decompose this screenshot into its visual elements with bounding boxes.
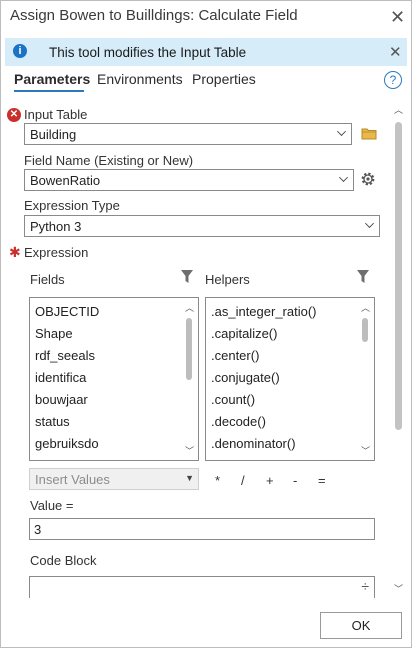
list-item[interactable]: .denominator(): [211, 436, 296, 451]
ok-button[interactable]: OK: [320, 612, 402, 639]
tab-properties[interactable]: Properties: [192, 71, 256, 87]
tab-environments[interactable]: Environments: [97, 71, 183, 87]
scroll-down-icon[interactable]: ﹀: [361, 444, 370, 457]
folder-icon[interactable]: [361, 127, 377, 140]
equals-operator-button[interactable]: =: [318, 473, 326, 488]
required-icon: ✱: [9, 244, 21, 260]
tab-parameters[interactable]: Parameters: [14, 71, 90, 87]
helpers-label: Helpers: [205, 272, 250, 287]
expression-type-label: Expression Type: [24, 198, 120, 213]
expression-type-combo[interactable]: Python 3: [24, 215, 380, 237]
chevron-down-icon: [339, 173, 348, 182]
list-item[interactable]: .conjugate(): [211, 370, 280, 385]
list-item[interactable]: gebruiksdo: [35, 436, 99, 451]
dropdown-arrow-icon: ▼: [185, 473, 194, 483]
input-table-label: Input Table: [24, 107, 88, 122]
active-tab-indicator: [14, 90, 84, 92]
filter-icon[interactable]: [356, 269, 370, 285]
expression-type-value: Python 3: [30, 219, 82, 234]
list-item[interactable]: .capitalize(): [211, 326, 277, 341]
multiply-operator-button[interactable]: *: [215, 473, 220, 488]
chevron-down-icon: [337, 127, 346, 136]
input-table-combo[interactable]: Building: [24, 123, 352, 145]
list-item[interactable]: OBJECTID: [35, 304, 99, 319]
field-name-value: BowenRatio: [30, 173, 101, 188]
value-label: Value =: [30, 498, 74, 513]
code-block-label: Code Block: [30, 553, 97, 568]
list-item[interactable]: .as_integer_ratio(): [211, 304, 317, 319]
scroll-up-icon[interactable]: ︿: [185, 301, 194, 314]
info-icon: i: [13, 44, 27, 58]
list-item[interactable]: identifica: [35, 370, 86, 385]
scroll-down-icon[interactable]: ﹀: [185, 444, 194, 457]
helpers-list[interactable]: .as_integer_ratio() .capitalize() .cente…: [205, 297, 375, 461]
fields-label: Fields: [30, 272, 65, 287]
window-title: Assign Bowen to Builldings: Calculate Fi…: [10, 7, 298, 24]
expression-label: Expression: [24, 245, 89, 260]
fields-scrollbar-thumb[interactable]: [186, 318, 192, 380]
expression-value-input[interactable]: 3: [29, 518, 375, 540]
fields-list[interactable]: OBJECTID Shape rdf_seeals identifica bou…: [29, 297, 199, 461]
scroll-up-icon[interactable]: ︿: [394, 103, 403, 116]
field-name-label: Field Name (Existing or New): [24, 153, 194, 168]
insert-values-combo[interactable]: Insert Values ▼: [29, 468, 199, 490]
close-icon[interactable]: ✕: [390, 8, 405, 26]
input-table-value: Building: [30, 127, 77, 142]
info-bar-text: This tool modifies the Input Table: [49, 45, 247, 60]
list-item[interactable]: .decode(): [211, 414, 266, 429]
help-icon[interactable]: ?: [384, 71, 402, 89]
filter-icon[interactable]: [180, 269, 194, 285]
chevron-down-icon: [365, 219, 374, 228]
list-item[interactable]: status: [35, 414, 70, 429]
resize-icon[interactable]: ÷: [361, 578, 369, 594]
code-block-input[interactable]: ÷: [29, 576, 375, 598]
list-item[interactable]: rdf_seeals: [35, 348, 95, 363]
list-item[interactable]: bouwjaar: [35, 392, 88, 407]
expression-value-text: 3: [34, 522, 42, 537]
divide-operator-button[interactable]: /: [241, 473, 245, 488]
dismiss-info-icon[interactable]: ✕: [389, 44, 402, 62]
minus-operator-button[interactable]: -: [293, 473, 297, 488]
insert-values-label: Insert Values: [35, 472, 110, 487]
list-item[interactable]: .count(): [211, 392, 255, 407]
error-icon: ✕: [7, 108, 21, 122]
scroll-down-icon[interactable]: ﹀: [394, 582, 403, 595]
helpers-scrollbar-thumb[interactable]: [362, 318, 368, 342]
field-name-combo[interactable]: BowenRatio: [24, 169, 354, 191]
scroll-up-icon[interactable]: ︿: [361, 301, 370, 314]
list-item[interactable]: Shape: [35, 326, 73, 341]
plus-operator-button[interactable]: +: [266, 473, 274, 488]
gear-icon[interactable]: [359, 170, 377, 188]
list-item[interactable]: .center(): [211, 348, 259, 363]
main-scrollbar-thumb[interactable]: [395, 122, 402, 430]
